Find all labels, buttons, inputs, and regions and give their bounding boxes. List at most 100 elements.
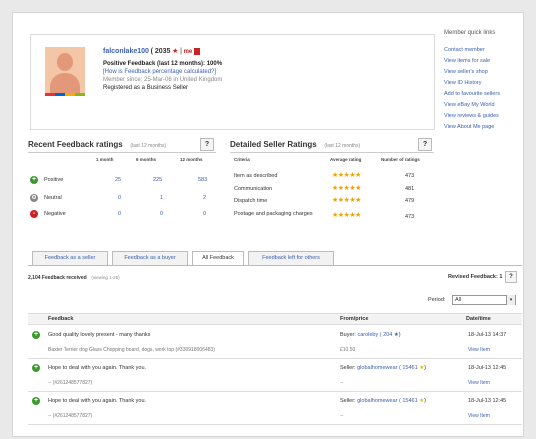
- stars-described: ★★★★★: [332, 172, 361, 179]
- negative-6m[interactable]: 0: [160, 211, 163, 217]
- neutral-12m[interactable]: 2: [203, 195, 206, 201]
- col-criteria: Criteria: [234, 157, 250, 162]
- from-user-link[interactable]: globalhomewear ( 15461: [357, 398, 418, 404]
- feedback-score: ( 2035: [150, 48, 171, 55]
- feedback-item-link[interactable]: Baxter Terrier dog Glass Chopping board,…: [48, 347, 215, 353]
- positive-feedback-icon: +: [32, 331, 40, 339]
- negative-icon: -: [30, 210, 38, 218]
- feedback-comment: Hope to deal with you again. Thank you.: [48, 398, 147, 404]
- count-postage: 473: [405, 214, 415, 220]
- criteria-communication: Communication: [234, 186, 273, 192]
- col-average-rating: Average rating: [330, 157, 362, 162]
- sidebar-item-id-history[interactable]: View ID History: [444, 78, 524, 89]
- view-item-link[interactable]: View Item: [468, 380, 490, 386]
- count-described: 473: [405, 173, 415, 179]
- negative-12m[interactable]: 0: [203, 211, 206, 217]
- period-label: Period:: [428, 297, 446, 303]
- avatar: [45, 47, 85, 93]
- view-item-link[interactable]: View Item: [468, 347, 490, 353]
- positive-12m[interactable]: 583: [198, 177, 207, 183]
- feedback-date: 18-Jul-13 12:45: [468, 365, 507, 371]
- feedback-price: £10.50: [340, 347, 356, 353]
- negative-label: Negative: [44, 211, 66, 217]
- feedback-from: Seller: globalhomewear ( 15461 ★): [340, 365, 426, 371]
- criteria-described: Item as described: [234, 173, 278, 179]
- negative-1m[interactable]: 0: [118, 211, 121, 217]
- positive-6m[interactable]: 225: [153, 177, 162, 183]
- tab-feedback-as-buyer[interactable]: Feedback as a buyer: [112, 251, 188, 265]
- feedback-item-link[interactable]: -- (#261248577827): [48, 413, 92, 419]
- tab-feedback-as-seller[interactable]: Feedback as a seller: [32, 251, 108, 265]
- detailed-ratings-sub: (last 12 months): [324, 143, 361, 149]
- col-number-ratings: Number of ratings: [381, 157, 420, 162]
- stars-dispatch: ★★★★★: [332, 197, 361, 204]
- header-feedback: Feedback: [48, 316, 74, 322]
- tabs-baseline: [28, 265, 522, 266]
- chevron-down-icon[interactable]: ▾: [506, 295, 515, 305]
- positive-icon: +: [30, 176, 38, 184]
- sidebar-item-my-world[interactable]: View eBay My World: [444, 100, 524, 111]
- row-divider: [28, 358, 522, 359]
- sidebar-item-reviews[interactable]: View reviews & guides: [444, 111, 524, 122]
- neutral-6m[interactable]: 1: [160, 195, 163, 201]
- row-divider: [28, 391, 522, 392]
- username-link[interactable]: falconlake100: [103, 48, 149, 55]
- period-select[interactable]: All ▾: [452, 295, 516, 305]
- header-date-time: Date/time: [466, 316, 491, 322]
- from-role: Buyer:: [340, 332, 356, 338]
- positive-1m[interactable]: 25: [115, 177, 121, 183]
- divider: [230, 152, 434, 153]
- from-role: Seller:: [340, 365, 356, 371]
- criteria-postage: Postage and packaging charges: [234, 211, 313, 217]
- sidebar-item-favourite[interactable]: Add to favourite sellers: [444, 89, 524, 100]
- col-1-month: 1 month: [96, 157, 114, 162]
- star-icon: ★: [172, 48, 179, 55]
- criteria-dispatch: Dispatch time: [234, 198, 268, 204]
- positive-feedback: Positive Feedback (last 12 months): 100%: [103, 61, 223, 67]
- sidebar-item-contact[interactable]: Contact member: [444, 45, 524, 56]
- revised-feedback[interactable]: Revised Feedback: 1: [448, 274, 502, 280]
- feedback-from: Buyer: caroleby ( 204 ★): [340, 332, 401, 338]
- col-12-months: 12 months: [180, 157, 203, 162]
- calc-link[interactable]: [How is Feedback percentage calculated?]: [103, 69, 216, 75]
- from-role: Seller:: [340, 398, 356, 404]
- feedback-item-link[interactable]: -- (#261248577827): [48, 380, 92, 386]
- viewing-range: (viewing 1-25): [91, 275, 120, 280]
- feedback-price: --: [340, 380, 344, 386]
- feedback-price: --: [340, 413, 344, 419]
- positive-feedback-icon: +: [32, 397, 40, 405]
- count-communication: 481: [405, 186, 415, 192]
- neutral-1m[interactable]: 0: [118, 195, 121, 201]
- feedback-comment: Hope to deal with you again. Thank you.: [48, 365, 147, 371]
- recent-ratings-title: Recent Feedback ratings: [28, 140, 123, 149]
- positive-feedback-icon: +: [32, 364, 40, 372]
- sidebar-item-shop[interactable]: View seller's shop: [444, 67, 524, 78]
- stars-postage: ★★★★★: [332, 212, 361, 219]
- separator: |: [180, 48, 182, 55]
- from-user-link[interactable]: globalhomewear ( 15461: [357, 365, 418, 371]
- revised-help-button[interactable]: ?: [505, 271, 517, 283]
- tab-feedback-left-for-others[interactable]: Feedback left for others: [248, 251, 334, 265]
- count-dispatch: 479: [405, 198, 415, 204]
- feedback-from: Seller: globalhomewear ( 15461 ★): [340, 398, 426, 404]
- recent-ratings-sub: (last 12 months): [130, 143, 167, 149]
- view-item-link[interactable]: View Item: [468, 413, 490, 419]
- neutral-icon: o: [30, 194, 38, 202]
- avatar-color-bar: [45, 93, 85, 96]
- period-value: All: [455, 297, 462, 303]
- tab-all-feedback[interactable]: All Feedback: [192, 251, 244, 266]
- col-6-months: 6 months: [136, 157, 157, 162]
- positive-label: Positive: [44, 177, 64, 183]
- recent-help-button[interactable]: ?: [200, 138, 214, 151]
- sidebar-item-about-me[interactable]: View About Me page: [444, 122, 524, 133]
- sidebar-item-items[interactable]: View items for sale: [444, 56, 524, 67]
- quick-links-header: Member quick links: [444, 30, 496, 36]
- feedback-date: 18-Jul-13 12:45: [468, 398, 507, 404]
- profile-box: falconlake100 ( 2035 ★ | me Positive Fee…: [30, 34, 435, 130]
- from-user-link[interactable]: caroleby ( 204: [357, 332, 392, 338]
- feedback-received-count: 2,104 Feedback received: [28, 275, 87, 281]
- shop-icon[interactable]: [193, 47, 200, 55]
- me-badge[interactable]: me: [184, 49, 193, 55]
- detailed-help-button[interactable]: ?: [418, 138, 432, 151]
- member-quick-links: Member quick links Contact member View i…: [444, 30, 524, 133]
